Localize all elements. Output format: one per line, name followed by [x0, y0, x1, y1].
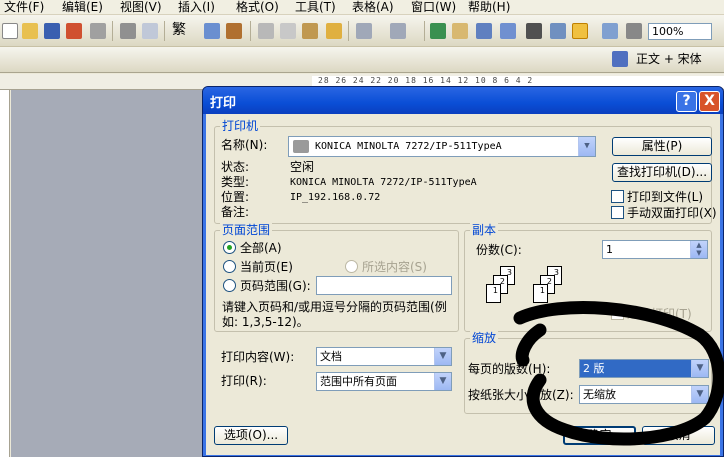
hand-drawn-circle-annotation	[513, 301, 724, 446]
